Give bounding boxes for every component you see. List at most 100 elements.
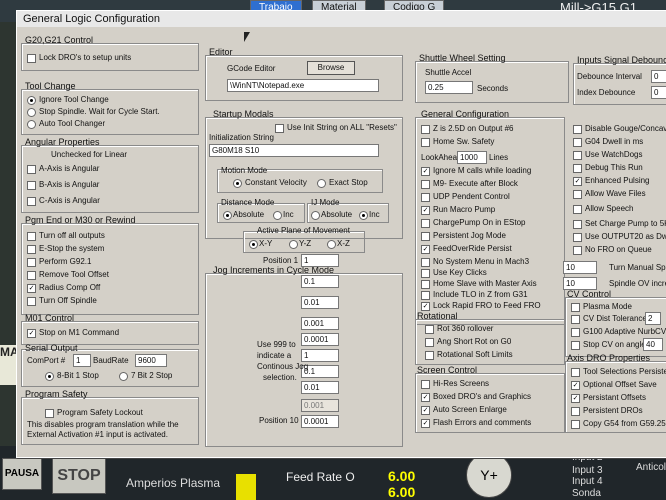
auto-tool-changer-radio[interactable] <box>27 120 36 129</box>
flash-errors-checkbox[interactable]: ✓ <box>421 419 430 428</box>
comport-field[interactable]: 1 <box>73 354 91 367</box>
index-debounce-field[interactable]: 0 <box>651 86 666 99</box>
use-init-checkbox[interactable] <box>275 124 284 133</box>
tool-selections-checkbox[interactable] <box>571 368 580 377</box>
init-string-field[interactable]: G80M18 S10 <box>209 144 379 157</box>
watchdogs-checkbox[interactable] <box>573 151 582 160</box>
ang-short-rot-checkbox[interactable] <box>425 338 434 347</box>
jog-value-4[interactable]: 0.001 <box>301 317 339 330</box>
chargepump-estop-label: ChargePump On in EStop <box>433 218 526 227</box>
debug-run-checkbox[interactable] <box>573 164 582 173</box>
persistant-offsets-label: Persistant Offsets <box>583 393 646 402</box>
shuttle-accel-field[interactable]: 0.25 <box>425 81 473 94</box>
inputs-debounce-label: Inputs Signal Debounce <box>577 55 666 65</box>
run-macro-pump-label: Run Macro Pump <box>433 205 496 214</box>
radius-comp-off-checkbox[interactable]: ✓ <box>27 284 36 293</box>
hires-checkbox[interactable] <box>421 380 430 389</box>
set-charge-pump-checkbox[interactable] <box>573 220 582 229</box>
home-slave-checkbox[interactable] <box>421 280 430 289</box>
persistent-dros-checkbox[interactable] <box>571 407 580 416</box>
ij-inc-radio[interactable] <box>359 211 368 220</box>
jog-value-3[interactable]: 0.01 <box>301 296 339 309</box>
persistent-jog-checkbox[interactable] <box>421 232 430 241</box>
turn-off-outputs-checkbox[interactable] <box>27 232 36 241</box>
g100-adaptive-label: G100 Adaptive NurbCV <box>583 327 666 336</box>
allow-speech-checkbox[interactable] <box>573 205 582 214</box>
disable-gouge-checkbox[interactable] <box>573 125 582 134</box>
no-system-menu-checkbox[interactable] <box>421 258 430 267</box>
persistant-offsets-checkbox[interactable]: ✓ <box>571 394 580 403</box>
rot-soft-limits-checkbox[interactable] <box>425 351 434 360</box>
cv-dist-tolerance-checkbox[interactable] <box>571 315 580 324</box>
baudrate-field[interactable]: 9600 <box>135 354 167 367</box>
feedoverride-persist-checkbox[interactable]: ✓ <box>421 245 430 254</box>
exact-stop-radio[interactable] <box>317 179 326 188</box>
plane-yz-radio[interactable] <box>289 240 298 249</box>
ij-absolute-radio[interactable] <box>311 211 320 220</box>
c-axis-angular-checkbox[interactable] <box>27 197 36 206</box>
udp-pendent-checkbox[interactable] <box>421 193 430 202</box>
8bit-radio[interactable] <box>45 372 54 381</box>
lock-dros-checkbox[interactable] <box>27 54 36 63</box>
include-tlo-checkbox[interactable] <box>421 291 430 300</box>
plane-xy-radio[interactable] <box>249 240 258 249</box>
remove-tool-offset-checkbox[interactable] <box>27 271 36 280</box>
jog-value-8[interactable]: 0.01 <box>301 381 339 394</box>
optional-offset-checkbox[interactable]: ✓ <box>571 381 580 390</box>
auto-enlarge-checkbox[interactable]: ✓ <box>421 406 430 415</box>
plane-xz-radio[interactable] <box>327 240 336 249</box>
turn-manual-spin-field[interactable]: 10 <box>563 261 597 274</box>
estop-system-checkbox[interactable] <box>27 245 36 254</box>
plane-yz-label: Y-Z <box>299 239 312 248</box>
m01-label: M01 Control <box>25 313 75 323</box>
cv-dist-tolerance-field[interactable]: 2 <box>645 312 661 325</box>
ignore-m-calls-checkbox[interactable]: ✓ <box>421 167 430 176</box>
jog-value-2[interactable]: 0.1 <box>301 275 339 288</box>
jog-value-9[interactable]: 0.001 <box>301 399 339 412</box>
ignore-tool-change-radio[interactable] <box>27 96 36 105</box>
enhanced-pulsing-checkbox[interactable]: ✓ <box>573 177 582 186</box>
jog-value-5[interactable]: 0.0001 <box>301 333 339 346</box>
rot360-checkbox[interactable] <box>425 325 434 334</box>
no-fro-queue-checkbox[interactable] <box>573 246 582 255</box>
b-axis-angular-checkbox[interactable] <box>27 181 36 190</box>
stop-cv-angle-field[interactable]: 40 <box>643 338 663 351</box>
a-axis-angular-checkbox[interactable] <box>27 165 36 174</box>
constant-velocity-radio[interactable] <box>233 179 242 188</box>
output20-dwell-checkbox[interactable] <box>573 233 582 242</box>
stop-m1-checkbox[interactable]: ✓ <box>27 329 36 338</box>
plane-xy-label: X-Y <box>259 239 273 248</box>
plasma-mode-checkbox[interactable] <box>571 303 580 312</box>
lock-rapid-fro-checkbox[interactable]: ✓ <box>421 302 430 311</box>
safety-lockout-checkbox[interactable] <box>45 409 54 418</box>
run-macro-pump-checkbox[interactable]: ✓ <box>421 206 430 215</box>
pausa-button[interactable]: PAUSA <box>2 458 42 490</box>
browse-button[interactable]: Browse <box>307 61 355 75</box>
editor-path-field[interactable]: \WinNT\Notepad.exe <box>227 79 379 92</box>
jog-value-10[interactable]: 0.0001 <box>301 415 339 428</box>
g04-dwell-checkbox[interactable] <box>573 138 582 147</box>
boxed-dros-checkbox[interactable]: ✓ <box>421 393 430 402</box>
jog-value-1[interactable]: 1 <box>301 254 339 267</box>
stop-cv-angles-checkbox[interactable] <box>571 341 580 350</box>
copy-g54-checkbox[interactable] <box>571 420 580 429</box>
distance-absolute-radio[interactable] <box>223 211 232 220</box>
chargepump-estop-checkbox[interactable] <box>421 219 430 228</box>
jog-y-plus-button[interactable]: Y+ <box>466 452 512 498</box>
key-clicks-checkbox[interactable] <box>421 269 430 278</box>
allow-wave-checkbox[interactable] <box>573 190 582 199</box>
stop-spindle-radio[interactable] <box>27 108 36 117</box>
set-charge-pump-label: Set Charge Pump to 5Khz <box>585 219 666 228</box>
home-safety-checkbox[interactable] <box>421 138 430 147</box>
stop-button[interactable]: STOP <box>52 458 106 494</box>
perform-g92-checkbox[interactable] <box>27 258 36 267</box>
g100-adaptive-checkbox[interactable] <box>571 328 580 337</box>
distance-inc-radio[interactable] <box>273 211 282 220</box>
debounce-interval-field[interactable]: 0 <box>651 70 666 83</box>
lookahead-lines-label: Lines <box>489 153 509 162</box>
lookahead-field[interactable]: 1000 <box>457 151 487 164</box>
m9-execute-checkbox[interactable] <box>421 180 430 189</box>
turn-off-spindle-checkbox[interactable] <box>27 297 36 306</box>
z25d-checkbox[interactable] <box>421 125 430 134</box>
7bit-radio[interactable] <box>119 372 128 381</box>
